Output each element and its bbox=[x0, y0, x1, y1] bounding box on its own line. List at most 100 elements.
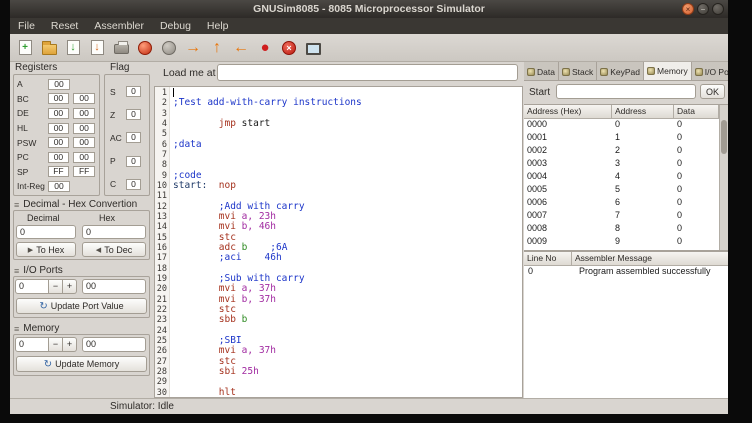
code-area[interactable]: ;Test add-with-carry instructions jmp st… bbox=[170, 87, 522, 397]
memory-row[interactable]: 000880 bbox=[524, 223, 728, 236]
tab-memory[interactable]: Memory bbox=[644, 62, 692, 81]
run-to-cursor-button[interactable]: ↑ bbox=[205, 36, 229, 60]
code-line[interactable]: ;aci 46h bbox=[173, 253, 522, 263]
tab-stack[interactable]: Stack bbox=[559, 62, 597, 81]
update-memory-button[interactable]: ↻ Update Memory bbox=[16, 356, 147, 372]
flag-value[interactable]: 0 bbox=[126, 179, 141, 190]
code-line[interactable]: sbi 25h bbox=[173, 367, 522, 377]
memory-address-input[interactable]: 0 bbox=[15, 337, 49, 352]
column-header-line-no[interactable]: Line No bbox=[524, 252, 572, 266]
memory-row[interactable]: 000330 bbox=[524, 158, 728, 171]
save-file-as-button[interactable]: ↓ bbox=[85, 36, 109, 60]
title-bar[interactable]: GNUSim8085 - 8085 Microprocessor Simulat… bbox=[10, 0, 728, 18]
open-file-button[interactable] bbox=[37, 36, 61, 60]
port-address-input[interactable]: 0 bbox=[15, 279, 49, 294]
step-next-button[interactable]: → bbox=[181, 36, 205, 60]
memory-decrement-button[interactable]: − bbox=[49, 337, 63, 352]
menu-debug[interactable]: Debug bbox=[152, 18, 199, 34]
decimal-input[interactable]: 0 bbox=[16, 225, 76, 239]
tab-keypad[interactable]: KeyPad bbox=[597, 62, 644, 81]
memory-row[interactable]: 000220 bbox=[524, 145, 728, 158]
register-value[interactable]: 00 bbox=[73, 93, 95, 104]
menu-help[interactable]: Help bbox=[199, 18, 237, 34]
flag-value[interactable]: 0 bbox=[126, 156, 141, 167]
port-decrement-button[interactable]: − bbox=[49, 279, 63, 294]
maximize-button[interactable] bbox=[712, 3, 724, 15]
ok-button[interactable]: OK bbox=[700, 84, 725, 99]
code-line[interactable] bbox=[173, 150, 522, 160]
register-value[interactable]: 00 bbox=[48, 137, 70, 148]
register-value[interactable]: 00 bbox=[48, 79, 70, 90]
code-line[interactable]: ;data bbox=[173, 140, 522, 150]
close-button[interactable]: × bbox=[682, 3, 694, 15]
code-line[interactable]: start: nop bbox=[173, 181, 522, 191]
column-header-data[interactable]: Data bbox=[674, 105, 719, 119]
code-line[interactable]: ;Test add-with-carry instructions bbox=[173, 98, 522, 108]
code-line[interactable]: sbb b bbox=[173, 315, 522, 325]
memory-row[interactable]: 000440 bbox=[524, 171, 728, 184]
register-value[interactable]: 00 bbox=[73, 123, 95, 134]
tab-i-o-ports[interactable]: I/O Ports bbox=[692, 62, 728, 81]
flag-value[interactable]: 0 bbox=[126, 86, 141, 97]
flag-value[interactable]: 0 bbox=[126, 132, 141, 143]
hex-input[interactable]: 0 bbox=[82, 225, 146, 239]
memory-scrollbar[interactable] bbox=[719, 105, 728, 250]
update-port-value-button[interactable]: ↻ Update Port Value bbox=[16, 298, 147, 314]
scrollbar-thumb[interactable] bbox=[721, 120, 727, 154]
flag-name: C bbox=[110, 179, 126, 189]
port-increment-button[interactable]: + bbox=[63, 279, 77, 294]
code-line[interactable]: jmp start bbox=[173, 119, 522, 129]
memory-row[interactable]: 000660 bbox=[524, 197, 728, 210]
memory-value-input[interactable]: 00 bbox=[82, 337, 146, 352]
column-header-address-hex[interactable]: Address (Hex) bbox=[524, 105, 612, 119]
register-value[interactable]: 00 bbox=[48, 123, 70, 134]
register-value[interactable]: FF bbox=[48, 166, 70, 177]
config-button[interactable] bbox=[157, 36, 181, 60]
register-value[interactable]: FF bbox=[73, 166, 95, 177]
flag-value[interactable]: 0 bbox=[126, 109, 141, 120]
register-value[interactable]: 00 bbox=[48, 152, 70, 163]
code-line[interactable] bbox=[173, 129, 522, 139]
load-me-at-input[interactable] bbox=[217, 64, 518, 81]
memory-row[interactable]: 000110 bbox=[524, 132, 728, 145]
register-value[interactable]: 00 bbox=[48, 181, 70, 192]
register-value[interactable]: 00 bbox=[48, 108, 70, 119]
memory-row[interactable]: 000990 bbox=[524, 236, 728, 249]
register-value[interactable]: 00 bbox=[73, 152, 95, 163]
stop-button[interactable]: × bbox=[277, 36, 301, 60]
menu-file[interactable]: File bbox=[10, 18, 43, 34]
show-keypad-button[interactable] bbox=[301, 36, 325, 60]
code-line[interactable] bbox=[173, 160, 522, 170]
menu-reset[interactable]: Reset bbox=[43, 18, 86, 34]
to-dec-button[interactable]: ◀ To Dec bbox=[82, 242, 146, 257]
print-button[interactable] bbox=[109, 36, 133, 60]
register-value[interactable]: 00 bbox=[73, 137, 95, 148]
start-address-input[interactable] bbox=[556, 84, 696, 99]
column-header-address[interactable]: Address bbox=[612, 105, 674, 119]
memory-row[interactable]: 000550 bbox=[524, 184, 728, 197]
memory-section-header[interactable]: ≡ Memory bbox=[14, 323, 59, 334]
port-value-input[interactable]: 00 bbox=[82, 279, 146, 294]
save-file-button[interactable]: ↓ bbox=[61, 36, 85, 60]
memory-row[interactable]: 000770 bbox=[524, 210, 728, 223]
code-line[interactable]: hlt bbox=[173, 388, 522, 397]
register-value[interactable]: 00 bbox=[48, 93, 70, 104]
column-header-assembler-message[interactable]: Assembler Message bbox=[572, 252, 728, 266]
code-editor[interactable]: 1234567891011121314151617181920212223242… bbox=[154, 86, 523, 398]
new-file-button[interactable]: + bbox=[13, 36, 37, 60]
converter-section-header[interactable]: ≡ Decimal - Hex Convertion bbox=[14, 199, 137, 210]
io-ports-section-header[interactable]: ≡ I/O Ports bbox=[14, 265, 63, 276]
assembler-message-row[interactable]: 0Program assembled successfully bbox=[524, 266, 728, 279]
menu-assembler[interactable]: Assembler bbox=[86, 18, 152, 34]
toolbar: + ↓↓ →↑←●× bbox=[10, 34, 728, 62]
memory-row[interactable]: 000000 bbox=[524, 119, 728, 132]
tab-data[interactable]: Data bbox=[524, 62, 559, 81]
assemble-button[interactable] bbox=[133, 36, 157, 60]
run-button[interactable]: ● bbox=[253, 36, 277, 60]
tab-label: KeyPad bbox=[610, 67, 640, 77]
register-value[interactable]: 00 bbox=[73, 108, 95, 119]
to-hex-button[interactable]: ▶ To Hex bbox=[16, 242, 76, 257]
step-back-button[interactable]: ← bbox=[229, 36, 253, 60]
minimize-button[interactable]: − bbox=[697, 3, 709, 15]
memory-increment-button[interactable]: + bbox=[63, 337, 77, 352]
